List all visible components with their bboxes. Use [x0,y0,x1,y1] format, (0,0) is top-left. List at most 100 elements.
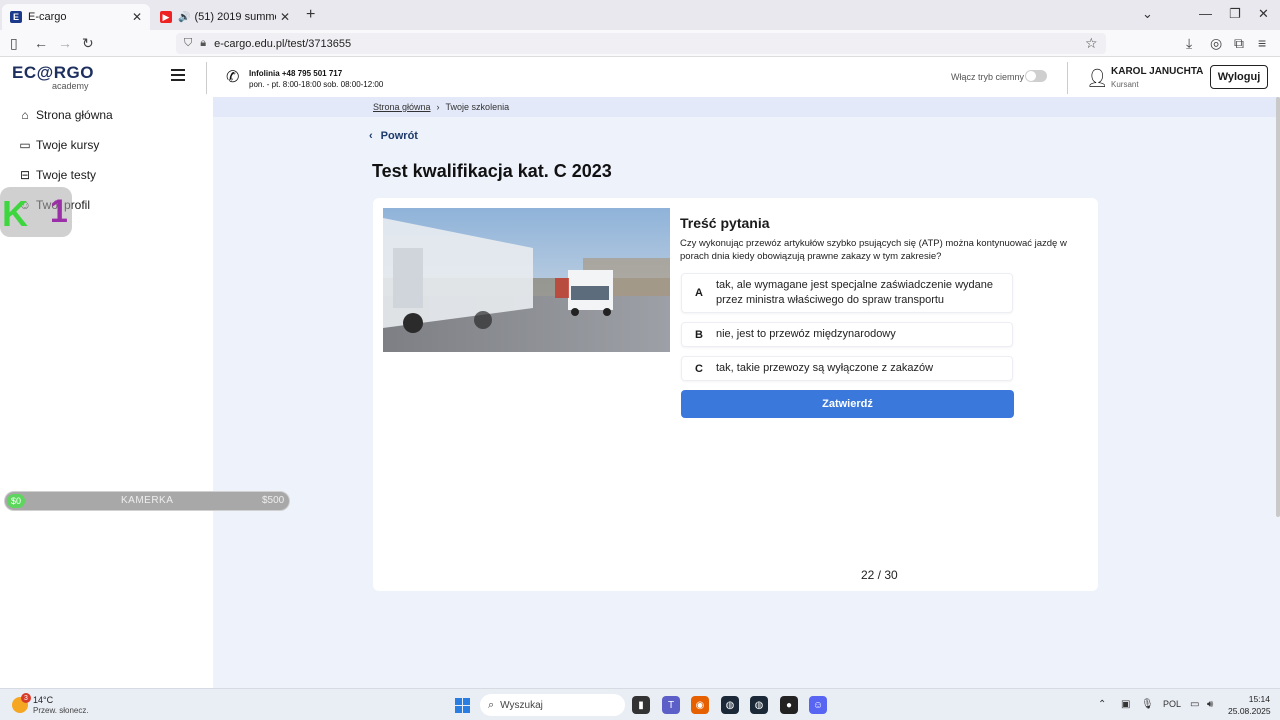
user-name: KAROL JANUCHTA [1111,66,1204,77]
shield-icon: ⛉ [184,37,193,49]
home-icon: ⌂ [21,108,29,122]
camera-max: $500 [262,495,285,506]
back-icon[interactable]: ← [34,35,48,51]
volume-icon[interactable]: 🔊︎ [1207,699,1213,710]
steam-icon[interactable]: ◍ [721,696,739,714]
sidebar-item-home[interactable]: ⌂ Strona główna [18,108,113,122]
chevron-right-icon: › [436,102,440,112]
header-divider [1067,62,1068,94]
search-placeholder: Wyszukaj [500,699,543,711]
microphone-icon[interactable]: 🎙︎ [1141,699,1154,710]
page-scrollbar[interactable] [1276,97,1280,517]
browser-navbar: ▯ ← → ↻ ⛉ 🔒︎ e-cargo.edu.pl/test/3713655… [0,30,1280,57]
question-progress: 22 / 30 [861,568,898,582]
sidebar-item-courses[interactable]: ▭ Twoje kursy [18,138,99,152]
hotline-title: Infolinia +48 795 501 717 [249,69,343,78]
sidebar-item-label: Twoje kursy [36,138,100,152]
app-header: EC@RGO academy ✆ Infolinia +48 795 501 7… [0,57,1280,97]
close-tab-icon[interactable]: ✕ [280,10,290,24]
new-tab-icon[interactable]: + [306,6,315,24]
hotline-info: Infolinia +48 795 501 717 pon. - pt. 8:0… [249,68,383,90]
language-indicator[interactable]: POL [1163,699,1181,709]
overlay-k-icon: K [2,193,28,234]
confirm-button[interactable]: Zatwierdź [681,390,1014,418]
bookmark-star-icon[interactable]: ☆ [1085,35,1098,52]
sidebar-item-label: Strona główna [36,108,113,122]
clock-time: 15:14 [1248,694,1270,704]
url-text: e-cargo.edu.pl/test/3713655 [214,37,352,50]
question-card: Treść pytania Czy wykonując przewóz arty… [373,198,1098,591]
answer-letter: A [695,287,703,299]
teams-icon[interactable]: T [662,696,680,714]
tab-title: E-cargo [28,11,67,23]
tray-chevron-up-icon[interactable]: ⌃ [1098,699,1106,710]
download-icon[interactable]: ⤓ [1186,35,1192,52]
network-icon[interactable]: ▭ [1190,699,1199,710]
ecargo-logo[interactable]: EC@RGO academy [12,63,94,91]
answer-text: tak, ale wymagane jest specjalne zaświad… [716,279,993,306]
hamburger-menu-icon[interactable] [171,69,185,84]
weather-temp: 14°C [33,695,54,705]
dark-mode-toggle[interactable] [1025,70,1047,82]
answer-letter: B [695,328,703,341]
weather-badge: 3 [21,693,31,703]
answer-option-a[interactable]: A tak, ale wymagane jest specjalne zaświ… [681,273,1013,313]
taskbar-search[interactable]: ⌕ Wyszukaj [480,694,625,716]
user-avatar-icon: 👤︎ [1086,68,1109,88]
question-image [383,208,670,352]
reload-icon[interactable]: ↻ [82,35,94,52]
minimize-icon[interactable]: — [1199,6,1212,21]
browser-tab-youtube[interactable]: ▶ 🔊 (51) 2019 summer vibes ~ n ✕ [152,4,298,30]
sidebar-item-label: Twoje testy [36,168,97,182]
firefox-icon[interactable]: ◉ [691,696,709,714]
answer-option-c[interactable]: C tak, takie przewozy są wyłączone z zak… [681,356,1013,381]
restore-icon[interactable]: ❐ [1229,6,1241,22]
logo-sub: academy [52,81,89,91]
tray-app-icon[interactable]: ▣ [1121,699,1130,710]
camera-label: KAMERKA [121,495,174,506]
phone-icon: ✆ [226,69,240,86]
camera-goal-bar: $0 KAMERKA $500 [4,491,290,511]
task-view-icon[interactable]: ▮ [632,696,650,714]
back-link[interactable]: ‹ Powrót [369,130,418,142]
obs-icon[interactable]: ● [780,696,798,714]
menu-icon[interactable]: ≡ [1258,35,1266,51]
camera-min: $0 [7,494,25,508]
close-tab-icon[interactable]: ✕ [132,10,142,24]
speaker-icon: 🔊 [178,11,191,23]
answer-option-b[interactable]: B nie, jest to przewóz międzynarodowy [681,322,1013,347]
header-divider [206,62,207,94]
tab-title: (51) 2019 summer vibes ~ n [194,11,275,23]
ecargo-favicon-icon: E [10,11,22,23]
question-heading: Treść pytania [680,215,770,231]
logout-button[interactable]: Wyloguj [1210,65,1268,89]
sidebar: ⌂ Strona główna ▭ Twoje kursy ⊟ Twoje te… [0,97,213,688]
dark-mode-label: Włącz tryb ciemny [951,72,1025,82]
extensions-icon[interactable]: ⧉ [1234,35,1244,52]
sidebar-toggle-icon[interactable]: ▯ [10,35,18,52]
inbox-icon: ⊟ [19,168,31,182]
video-icon: ▭ [19,138,31,152]
question-text: Czy wykonując przewóz artykułów szybko p… [680,238,1067,262]
answer-text: tak, takie przewozy są wyłączone z zakaz… [716,362,934,374]
clock-date: 25.08.2025 [1228,706,1271,716]
browser-tab-ecargo[interactable]: E E-cargo ✕ [2,4,150,30]
stream-overlay-logo: K 1 [0,187,72,237]
taskbar-clock[interactable]: 15:14 25.08.2025 [1228,693,1271,717]
steam-icon-2[interactable]: ◍ [750,696,768,714]
tab-list-icon[interactable]: ⌄ [1142,6,1153,22]
main-content: Strona główna › Twoje szkolenia ‹ Powrót… [213,97,1280,688]
windows-start-icon[interactable] [455,698,470,713]
breadcrumb-home[interactable]: Strona główna [373,102,431,112]
forward-icon[interactable]: → [58,35,72,51]
discord-icon[interactable]: ☺ [809,696,827,714]
logo-brand: EC@RGO [12,63,94,82]
hotline-hours: pon. - pt. 8:00-18:00 sob. 08:00-12:00 [249,80,384,89]
lock-icon: 🔒︎ [200,37,207,49]
sidebar-item-tests[interactable]: ⊟ Twoje testy [18,168,96,182]
close-window-icon[interactable]: ✕ [1258,6,1269,22]
address-bar[interactable]: ⛉ 🔒︎ e-cargo.edu.pl/test/3713655 [176,33,1106,54]
breadcrumb: Strona główna › Twoje szkolenia [373,102,509,112]
account-icon[interactable]: ◎ [1210,35,1222,52]
user-role: Kursant [1111,80,1139,89]
